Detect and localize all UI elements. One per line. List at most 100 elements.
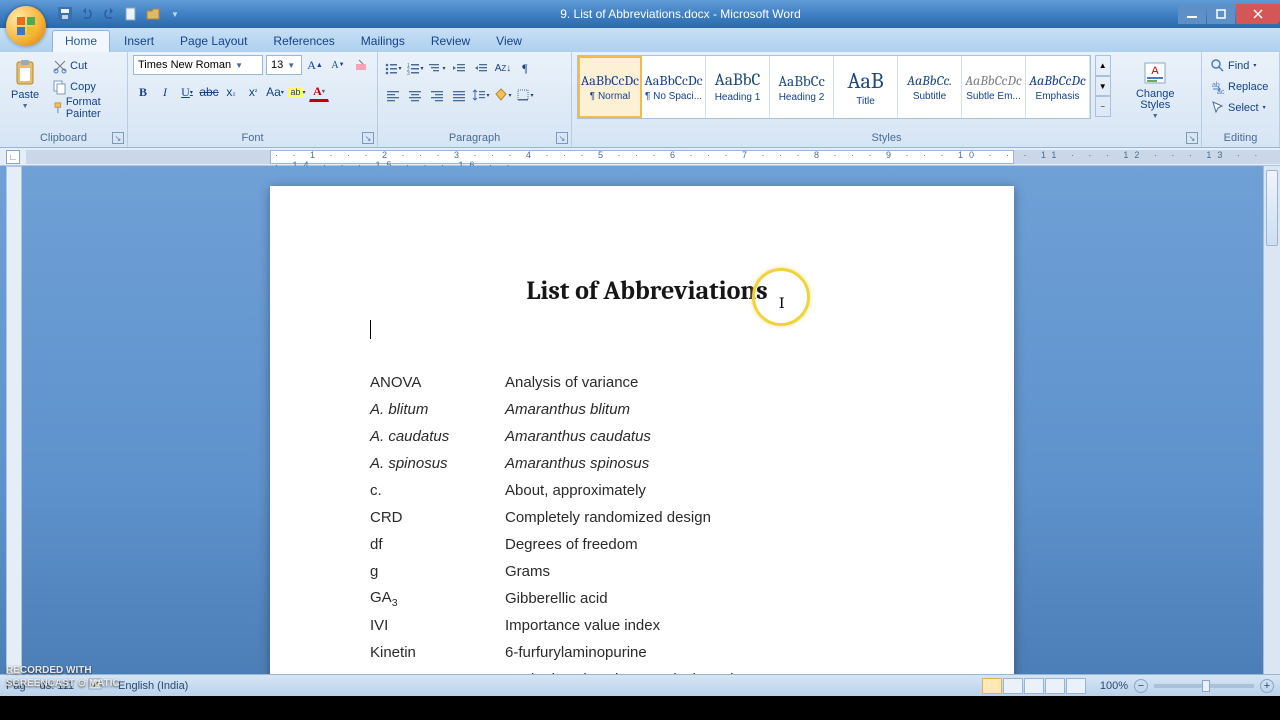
- tab-page-layout[interactable]: Page Layout: [168, 31, 259, 52]
- style-subtitle[interactable]: AaBbCc.Subtitle: [898, 56, 962, 118]
- tab-view[interactable]: View: [484, 31, 534, 52]
- grow-font-button[interactable]: A▲: [305, 55, 325, 75]
- change-styles-label: Change Styles: [1121, 89, 1190, 111]
- justify-button[interactable]: [449, 85, 469, 105]
- change-styles-button[interactable]: A Change Styles ▼: [1115, 55, 1196, 124]
- qat-undo-icon[interactable]: [78, 5, 96, 23]
- style-emphasis[interactable]: AaBbCcDcEmphasis: [1026, 56, 1090, 118]
- style-heading-2[interactable]: AaBbCcHeading 2: [770, 56, 834, 118]
- zoom-slider[interactable]: [1154, 684, 1254, 688]
- styles-gallery[interactable]: AaBbCcDc¶ NormalAaBbCcDc¶ No Spaci...AaB…: [577, 55, 1091, 119]
- font-name-value: Times New Roman: [138, 59, 231, 71]
- show-marks-button[interactable]: ¶: [515, 58, 535, 78]
- style-subtle-em-[interactable]: AaBbCcDcSubtle Em...: [962, 56, 1026, 118]
- underline-button[interactable]: U▾: [177, 82, 197, 102]
- tab-home[interactable]: Home: [52, 30, 110, 52]
- status-language[interactable]: English (India): [118, 680, 188, 692]
- shrink-font-button[interactable]: A▼: [328, 55, 348, 75]
- cut-button[interactable]: Cut: [49, 55, 122, 76]
- close-button[interactable]: [1236, 4, 1280, 24]
- highlight-button[interactable]: ab▾: [287, 82, 307, 102]
- copy-button[interactable]: Copy: [49, 76, 122, 97]
- font-name-combo[interactable]: Times New Roman▼: [133, 55, 263, 75]
- bullets-button[interactable]: ▾: [383, 58, 403, 78]
- paragraph-dialog-icon[interactable]: ↘: [556, 132, 568, 144]
- view-outline[interactable]: [1045, 678, 1065, 694]
- vertical-scrollbar[interactable]: [1263, 166, 1280, 696]
- scroll-thumb[interactable]: [1266, 170, 1278, 246]
- italic-button[interactable]: I: [155, 82, 175, 102]
- styles-dialog-icon[interactable]: ↘: [1186, 132, 1198, 144]
- abbr-row: A. caudatusAmaranthus caudatus: [370, 423, 924, 450]
- subscript-button[interactable]: x₂: [221, 82, 241, 102]
- align-left-button[interactable]: [383, 85, 403, 105]
- style-title[interactable]: AaBTitle: [834, 56, 898, 118]
- font-size-value: 13: [271, 59, 283, 71]
- change-case-button[interactable]: Aa▾: [265, 82, 285, 102]
- shading-button[interactable]: ▾: [493, 85, 513, 105]
- abbr-row: ANOVAAnalysis of variance: [370, 369, 924, 396]
- style--no-spaci-[interactable]: AaBbCcDc¶ No Spaci...: [642, 56, 706, 118]
- view-buttons: [982, 678, 1086, 694]
- view-print-layout[interactable]: [982, 678, 1002, 694]
- tab-mailings[interactable]: Mailings: [349, 31, 417, 52]
- font-size-combo[interactable]: 13▼: [266, 55, 302, 75]
- page[interactable]: List of Abbreviations ANOVAAnalysis of v…: [270, 186, 1014, 696]
- bold-button[interactable]: B: [133, 82, 153, 102]
- qat-customize-icon[interactable]: ▼: [166, 5, 184, 23]
- superscript-button[interactable]: x²: [243, 82, 263, 102]
- view-draft[interactable]: [1066, 678, 1086, 694]
- numbering-button[interactable]: 123▾: [405, 58, 425, 78]
- style--normal[interactable]: AaBbCcDc¶ Normal: [578, 56, 642, 118]
- svg-text:A: A: [1152, 65, 1160, 77]
- find-button[interactable]: Find▾: [1207, 55, 1271, 76]
- replace-button[interactable]: abacReplace: [1207, 76, 1271, 97]
- horizontal-ruler[interactable]: ∟ · · 1 · · · 2 · · · 3 · · · 4 · · · 5 …: [0, 148, 1280, 166]
- group-clipboard: Paste ▼ Cut Copy Format Painter Clipboar…: [0, 52, 128, 147]
- line-spacing-button[interactable]: ▾: [471, 85, 491, 105]
- group-label-clipboard: Clipboard: [5, 130, 122, 147]
- format-painter-button[interactable]: Format Painter: [49, 97, 122, 118]
- tab-insert[interactable]: Insert: [112, 31, 166, 52]
- zoom-value[interactable]: 100%: [1100, 680, 1128, 692]
- clear-format-button[interactable]: [351, 55, 371, 75]
- style-heading-1[interactable]: AaBbCHeading 1: [706, 56, 770, 118]
- status-bar: Pag ds: 111 English (India) 100% − +: [0, 674, 1280, 696]
- doc-heading: List of Abbreviations: [370, 276, 924, 306]
- styles-more-icon[interactable]: ⎯: [1095, 96, 1111, 117]
- tab-references[interactable]: References: [261, 31, 346, 52]
- zoom-in-button[interactable]: +: [1260, 679, 1274, 693]
- multilevel-button[interactable]: ▾: [427, 58, 447, 78]
- styles-scroll[interactable]: ▲ ▼ ⎯: [1095, 55, 1111, 117]
- view-full-screen[interactable]: [1003, 678, 1023, 694]
- styles-up-icon[interactable]: ▲: [1095, 55, 1111, 76]
- paste-button[interactable]: Paste ▼: [5, 55, 45, 114]
- qat-redo-icon[interactable]: [100, 5, 118, 23]
- qat-open-icon[interactable]: [144, 5, 162, 23]
- font-color-button[interactable]: A▾: [309, 82, 329, 102]
- tab-review[interactable]: Review: [419, 31, 482, 52]
- qat-new-icon[interactable]: [122, 5, 140, 23]
- minimize-button[interactable]: [1178, 4, 1206, 24]
- maximize-button[interactable]: [1207, 4, 1235, 24]
- abbr-row: A. spinosusAmaranthus spinosus: [370, 450, 924, 477]
- view-web-layout[interactable]: [1024, 678, 1044, 694]
- sort-button[interactable]: AZ↓: [493, 58, 513, 78]
- document-area: List of Abbreviations ANOVAAnalysis of v…: [0, 166, 1280, 696]
- strike-button[interactable]: abc: [199, 82, 219, 102]
- select-button[interactable]: Select▾: [1207, 97, 1271, 118]
- dec-indent-button[interactable]: [449, 58, 469, 78]
- borders-button[interactable]: ▾: [515, 85, 535, 105]
- styles-down-icon[interactable]: ▼: [1095, 76, 1111, 97]
- clipboard-dialog-icon[interactable]: ↘: [112, 132, 124, 144]
- align-right-button[interactable]: [427, 85, 447, 105]
- tab-selector[interactable]: ∟: [6, 150, 20, 164]
- qat-save-icon[interactable]: [56, 5, 74, 23]
- inc-indent-button[interactable]: [471, 58, 491, 78]
- vertical-ruler[interactable]: [6, 166, 22, 696]
- align-center-button[interactable]: [405, 85, 425, 105]
- group-editing: Find▾ abacReplace Select▾ Editing: [1202, 52, 1280, 147]
- zoom-out-button[interactable]: −: [1134, 679, 1148, 693]
- office-button[interactable]: [6, 6, 46, 46]
- font-dialog-icon[interactable]: ↘: [362, 132, 374, 144]
